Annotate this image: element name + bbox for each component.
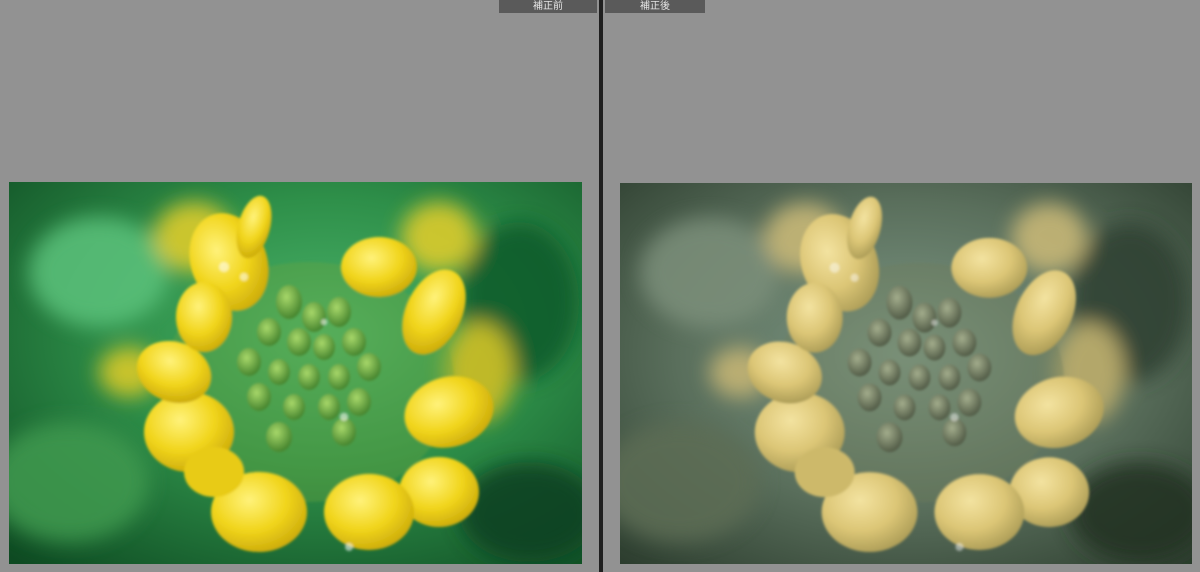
before-photo[interactable]: [9, 182, 582, 564]
before-pane[interactable]: 補正前: [0, 0, 599, 572]
rapeseed-flower-icon: [620, 183, 1192, 564]
after-pane[interactable]: 補正後: [603, 0, 1200, 572]
before-after-compare-view: 補正前 補正後: [0, 0, 1200, 572]
before-label: 補正前: [499, 0, 597, 13]
after-label: 補正後: [605, 0, 705, 13]
rapeseed-flower-icon: [9, 182, 582, 564]
after-photo[interactable]: [620, 183, 1192, 564]
